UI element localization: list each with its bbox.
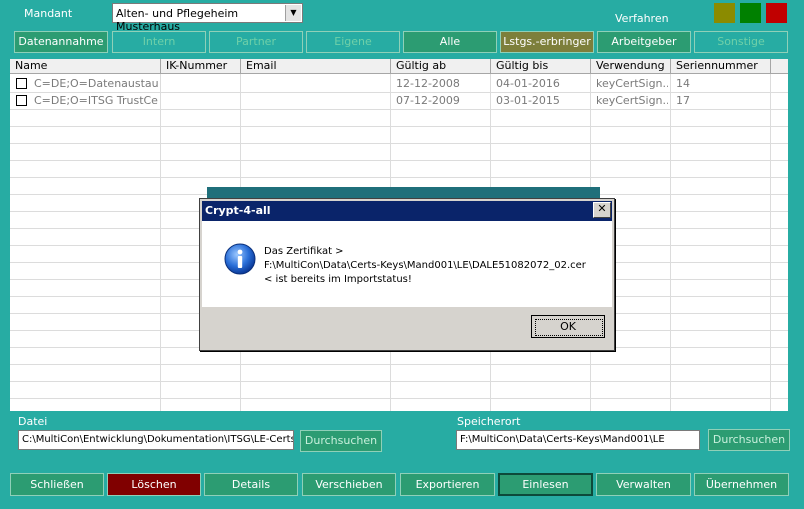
tab-alle[interactable]: Alle [403,31,497,53]
tab-partner[interactable]: Partner [209,31,303,53]
cell-valid-from: 07-12-2009 [396,94,460,107]
details-button[interactable]: Details [204,473,298,496]
browse-speicherort-button[interactable]: Durchsuchen [708,429,790,451]
tab-arbeitgeber[interactable]: Arbeitgeber [597,31,691,53]
dialog-message: Das Zertifikat > F:\MultiCon\Data\Certs-… [264,245,586,287]
mandant-select[interactable]: Alten- und Pflegeheim Musterhaus ▼ [112,3,303,33]
export-button[interactable]: Exportieren [400,473,495,496]
row-checkbox[interactable] [16,78,27,89]
cell-name: C=DE;O=ITSG TrustCe... [34,94,159,107]
mandant-label: Mandant [24,7,73,20]
speicherort-label: Speicherort [457,415,521,428]
col-header-valid-to[interactable]: Gültig bis [491,59,591,74]
dialog-message-line1: Das Zertifikat > [264,246,344,257]
tab-datenannahme[interactable]: Datenannahme [14,31,108,53]
col-header-filler [771,59,788,74]
apply-button[interactable]: Übernehmen [694,473,789,496]
dialog-message-line2: F:\MultiCon\Data\Certs-Keys\Mand001\LE\D… [264,260,586,271]
row-checkbox[interactable] [16,95,27,106]
chevron-down-icon[interactable]: ▼ [285,5,301,21]
mandant-value: Alten- und Pflegeheim Musterhaus [116,7,239,33]
col-header-usage[interactable]: Verwendung [591,59,671,74]
tab-intern[interactable]: Intern [112,31,206,53]
col-header-serial[interactable]: Seriennummer [671,59,771,74]
manage-button[interactable]: Verwalten [596,473,691,496]
col-header-ik[interactable]: IK-Nummer [161,59,241,74]
cell-usage: keyCertSign... [596,94,668,107]
col-header-name[interactable]: Name [10,59,161,74]
close-button[interactable]: Schließen [10,473,104,496]
delete-button[interactable]: Löschen [107,473,201,496]
status-square-green[interactable] [740,3,761,23]
cell-usage: keyCertSign... [596,77,668,90]
cell-valid-to: 04-01-2016 [496,77,560,90]
browse-datei-button[interactable]: Durchsuchen [300,430,382,452]
dialog-titlebar[interactable]: Crypt-4-all [202,201,612,221]
tab-eigene[interactable]: Eigene [306,31,400,53]
col-header-valid-from[interactable]: Gültig ab [391,59,491,74]
cell-serial: 14 [676,77,690,90]
dialog-body: Das Zertifikat > F:\MultiCon\Data\Certs-… [202,221,612,307]
verfahren-label: Verfahren [615,12,669,25]
import-button[interactable]: Einlesen [498,473,593,496]
col-header-email[interactable]: Email [241,59,391,74]
status-square-olive[interactable] [714,3,735,23]
tab-sonstige[interactable]: Sonstige [694,31,788,53]
dialog-message-line3: < ist bereits im Importstatus! [264,274,412,285]
status-square-red[interactable] [766,3,787,23]
datei-label: Datei [18,415,48,428]
close-icon[interactable]: ✕ [593,202,611,218]
tab-lstgs-erbringer[interactable]: Lstgs.-erbringer [500,31,594,53]
cell-name: C=DE;O=Datenaustaus... [34,77,159,90]
speicherort-input[interactable]: F:\MultiCon\Data\Certs-Keys\Mand001\LE [456,430,700,450]
cell-valid-to: 03-01-2015 [496,94,560,107]
ok-button[interactable]: OK [531,315,605,338]
cell-valid-from: 12-12-2008 [396,77,460,90]
focus-rect [535,319,603,336]
cell-serial: 17 [676,94,690,107]
dialog-title: Crypt-4-all [205,204,271,217]
info-icon [224,243,256,275]
datei-input[interactable]: C:\MultiCon\Entwicklung\Dokumentation\IT… [18,430,294,450]
message-dialog: Crypt-4-all ✕ Das Zertifikat > F:\MultiC… [199,198,615,351]
move-button[interactable]: Verschieben [302,473,396,496]
